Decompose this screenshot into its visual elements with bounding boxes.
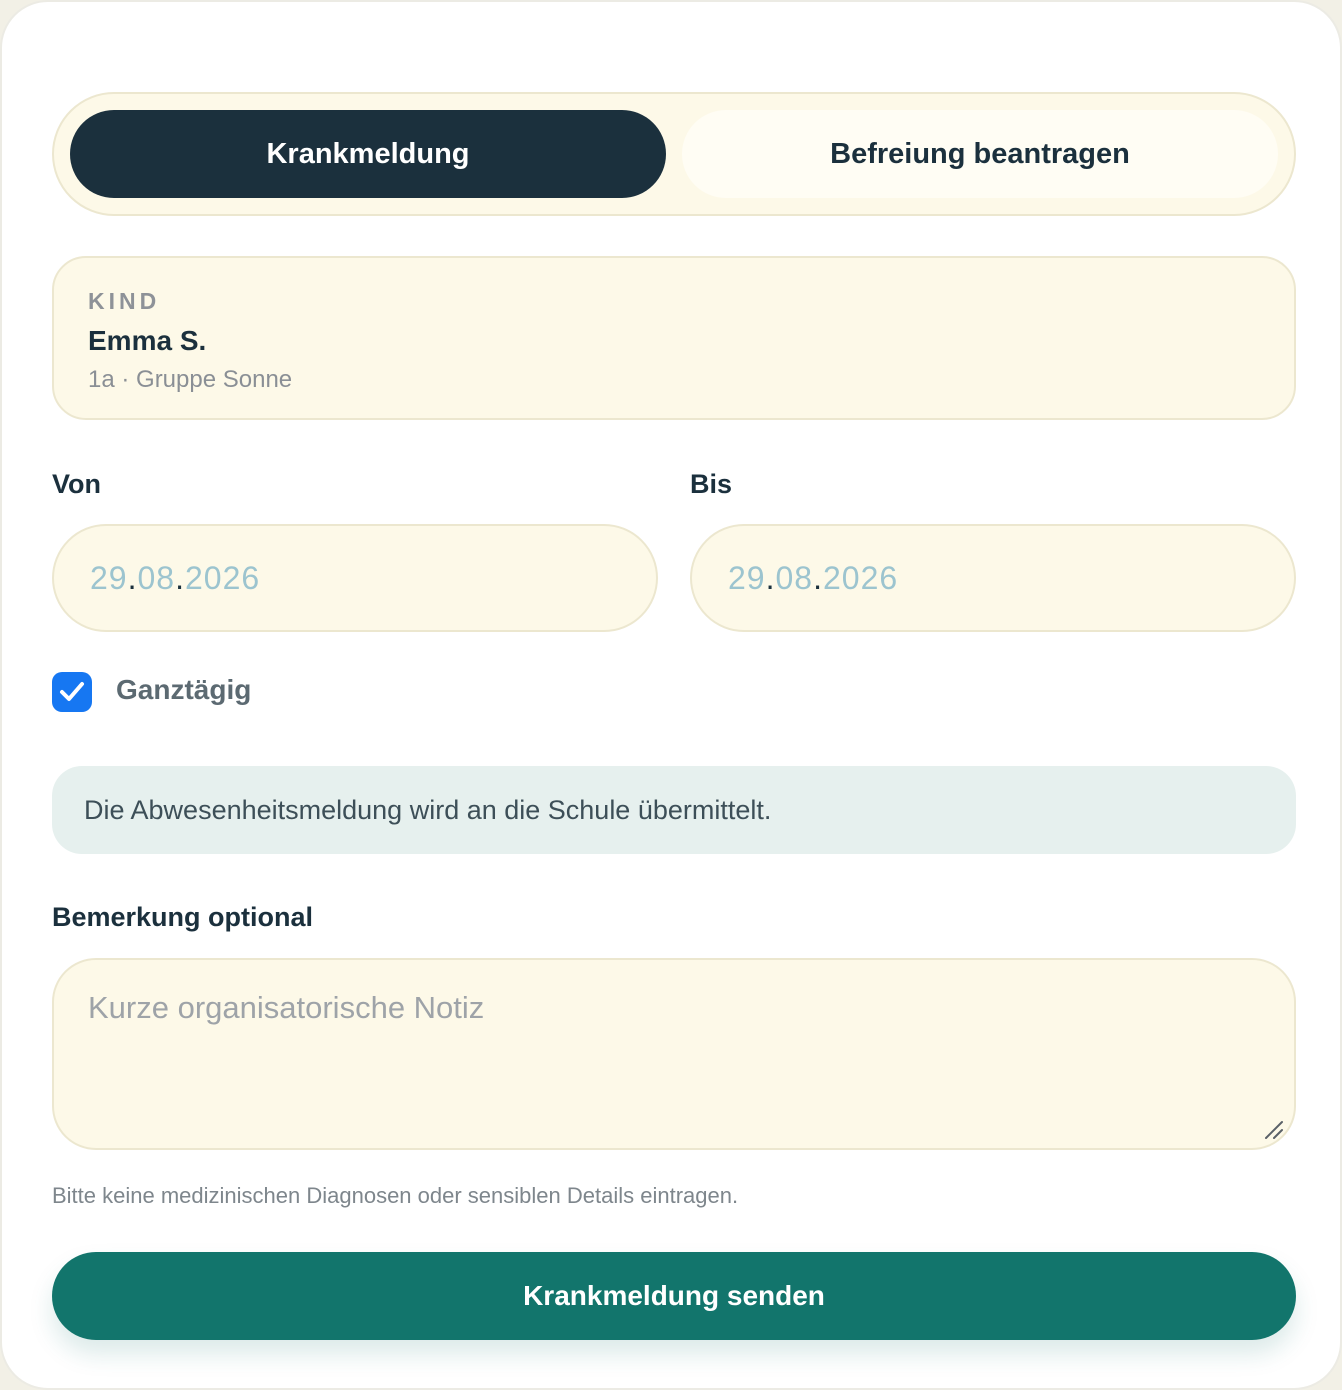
child-section-label: KIND bbox=[88, 288, 161, 314]
to-date-month: 08 bbox=[775, 559, 814, 596]
from-date-day: 29 bbox=[90, 559, 128, 596]
resize-handle-icon[interactable] bbox=[1262, 1118, 1286, 1142]
remark-placeholder: Kurze organisatorische Notiz bbox=[88, 990, 485, 1025]
all-day-label[interactable]: Ganztägig bbox=[116, 674, 251, 706]
to-date-day: 29 bbox=[728, 559, 766, 596]
from-date-label: Von bbox=[52, 469, 101, 499]
tab-krankmeldung[interactable]: Krankmeldung bbox=[70, 110, 666, 198]
remark-label: Bemerkung optional bbox=[52, 902, 314, 932]
send-sick-note-button[interactable]: Krankmeldung senden bbox=[52, 1252, 1296, 1340]
to-date-year: 2026 bbox=[822, 559, 899, 596]
all-day-checkbox[interactable] bbox=[52, 672, 92, 712]
from-date-input[interactable]: 29. 08. 2026 bbox=[52, 524, 658, 632]
to-date-input[interactable]: 29. 08. 2026 bbox=[690, 524, 1296, 632]
absence-form-card: Krankmeldung Befreiung beantragen KIND E… bbox=[0, 0, 1342, 1390]
privacy-hint: Bitte keine medizinischen Diagnosen oder… bbox=[52, 1183, 739, 1208]
report-type-segmented-control: Krankmeldung Befreiung beantragen bbox=[52, 92, 1296, 216]
child-group: 1a · Gruppe Sonne bbox=[88, 366, 293, 393]
from-date-month: 08 bbox=[137, 559, 176, 596]
checkmark-icon bbox=[60, 682, 84, 701]
tab-befreiung-beantragen[interactable]: Befreiung beantragen bbox=[682, 110, 1278, 198]
info-notice-text: Die Abwesenheitsmeldung wird an die Schu… bbox=[84, 794, 772, 825]
remark-textarea[interactable]: Kurze organisatorische Notiz bbox=[52, 958, 1296, 1150]
from-date-year: 2026 bbox=[184, 559, 261, 596]
to-date-label: Bis bbox=[690, 469, 733, 499]
child-info-card: KIND Emma S. 1a · Gruppe Sonne bbox=[52, 256, 1296, 420]
info-notice: Die Abwesenheitsmeldung wird an die Schu… bbox=[52, 766, 1296, 854]
child-name: Emma S. bbox=[88, 325, 207, 356]
